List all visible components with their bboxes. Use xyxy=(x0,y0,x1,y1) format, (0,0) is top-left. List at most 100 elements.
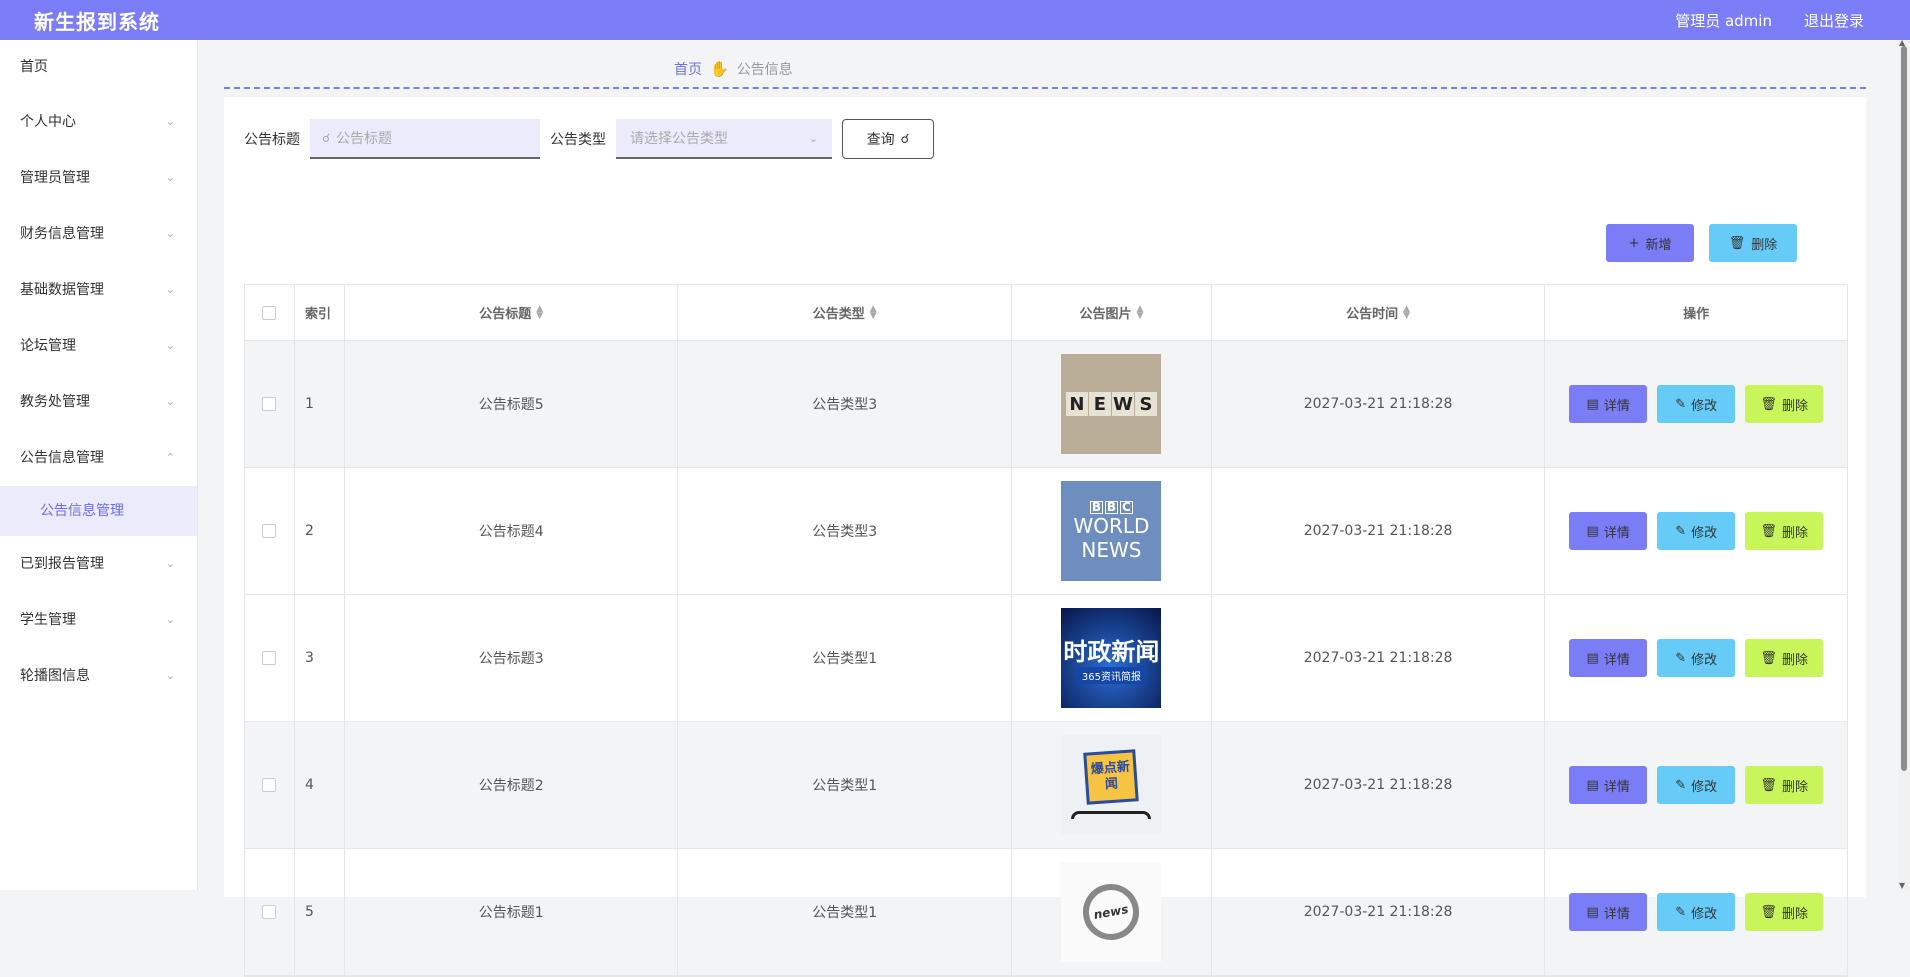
edit-label: 修改 xyxy=(1691,398,1718,414)
detail-button[interactable]: ▤ 详情 xyxy=(1569,512,1648,550)
table-row: 2 公告标题4 公告类型3 BBC WORLD NEWS 2027-03-21 … xyxy=(245,468,1847,595)
sidebar-item-label: 轮播图信息 xyxy=(20,668,90,684)
edit-icon: ✎ xyxy=(1675,904,1687,920)
delete-button[interactable]: 🗑 删除 xyxy=(1745,385,1824,423)
sidebar-item-basedata[interactable]: 基础数据管理 ⌄ xyxy=(0,262,197,318)
sidebar-item-carousel[interactable]: 轮播图信息 ⌄ xyxy=(0,648,197,704)
sidebar-item-label: 教务处管理 xyxy=(20,394,90,410)
sort-icon[interactable]: ▲ ▼ xyxy=(1136,304,1143,320)
sidebar-item-reported[interactable]: 已到报告管理 ⌄ xyxy=(0,536,197,592)
row-type: 公告类型3 xyxy=(812,397,878,413)
sidebar-item-finance[interactable]: 财务信息管理 ⌄ xyxy=(0,206,197,262)
top-bar: 新生报到系统 管理员 admin 退出登录 xyxy=(0,0,1910,40)
submenu-item-notices[interactable]: 公告信息管理 xyxy=(0,486,197,536)
chevron-down-icon: ⌄ xyxy=(165,227,175,240)
detail-label: 详情 xyxy=(1603,779,1630,795)
detail-button[interactable]: ▤ 详情 xyxy=(1569,639,1648,677)
detail-label: 详情 xyxy=(1603,906,1630,922)
table-header: 索引 公告标题 ▲ ▼ 公告类型 ▲ ▼ 公告图片 ▲ ▼ 公告时间 ▲ ▼ 操作 xyxy=(245,285,1847,341)
delete-button[interactable]: 🗑 删除 xyxy=(1745,766,1824,804)
row-checkbox[interactable] xyxy=(262,397,277,411)
batch-delete-button[interactable]: 🗑 删除 xyxy=(1709,224,1797,262)
column-header-title[interactable]: 公告标题 ▲ ▼ xyxy=(345,285,679,340)
magnifier-image-text: news xyxy=(1078,879,1144,945)
breadcrumb: 首页 ✋ 公告信息 xyxy=(674,59,793,79)
row-time: 2027-03-21 21:18:28 xyxy=(1303,777,1453,793)
row-time: 2027-03-21 21:18:28 xyxy=(1303,396,1453,412)
row-checkbox[interactable] xyxy=(262,905,277,919)
image-text: 时政新闻 xyxy=(1063,638,1160,666)
edit-button[interactable]: ✎ 修改 xyxy=(1657,893,1736,931)
sidebar-item-personal[interactable]: 个人中心 ⌄ xyxy=(0,94,197,150)
sidebar-item-label: 论坛管理 xyxy=(20,338,76,354)
type-select[interactable]: 请选择公告类型 ⌄ xyxy=(616,119,832,159)
column-header-image[interactable]: 公告图片 ▲ ▼ xyxy=(1012,285,1212,340)
vertical-scrollbar[interactable]: ▲ ▼ xyxy=(1898,38,1910,890)
add-button[interactable]: + 新增 xyxy=(1606,224,1694,262)
column-header-actions: 操作 xyxy=(1683,307,1710,322)
detail-label: 详情 xyxy=(1603,525,1630,541)
breadcrumb-home[interactable]: 首页 xyxy=(674,59,702,79)
row-index: 2 xyxy=(304,523,314,539)
sort-icon[interactable]: ▲ ▼ xyxy=(536,304,543,320)
edit-icon: ✎ xyxy=(1675,396,1687,412)
notice-table: 索引 公告标题 ▲ ▼ 公告类型 ▲ ▼ 公告图片 ▲ ▼ 公告时间 ▲ ▼ 操作 1 公告标题… xyxy=(244,284,1848,977)
notice-image[interactable]: 时政新闻 365资讯简报 xyxy=(1061,608,1162,708)
sort-icon[interactable]: ▲ ▼ xyxy=(870,304,877,320)
detail-button[interactable]: ▤ 详情 xyxy=(1569,766,1648,804)
delete-button[interactable]: 🗑 删除 xyxy=(1745,512,1824,550)
sidebar-item-academic[interactable]: 教务处管理 ⌄ xyxy=(0,374,197,430)
sidebar-item-students[interactable]: 学生管理 ⌄ xyxy=(0,592,197,648)
table-row: 5 公告标题1 公告类型1 news 2027-03-21 21:18:28 ▤… xyxy=(245,849,1847,976)
logout-link[interactable]: 退出登录 xyxy=(1804,10,1864,31)
image-text: 爆点新闻 xyxy=(1083,749,1140,805)
trash-icon: 🗑 xyxy=(1760,650,1777,666)
scroll-down-icon[interactable]: ▼ xyxy=(1899,881,1905,890)
edit-button[interactable]: ✎ 修改 xyxy=(1657,512,1736,550)
sidebar-item-home[interactable]: 首页 xyxy=(0,40,197,94)
edit-button[interactable]: ✎ 修改 xyxy=(1657,639,1736,677)
detail-button[interactable]: ▤ 详情 xyxy=(1569,893,1648,931)
chevron-down-icon: ⌄ xyxy=(165,395,175,408)
app-title: 新生报到系统 xyxy=(34,9,160,34)
edit-icon: ✎ xyxy=(1675,777,1687,793)
sidebar-item-label: 学生管理 xyxy=(20,612,76,628)
trash-icon: 🗑 xyxy=(1760,904,1777,920)
column-header-type[interactable]: 公告类型 ▲ ▼ xyxy=(678,285,1013,340)
edit-button[interactable]: ✎ 修改 xyxy=(1657,766,1736,804)
sidebar-item-admins[interactable]: 管理员管理 ⌄ xyxy=(0,150,197,206)
delete-button[interactable]: 🗑 删除 xyxy=(1745,893,1824,931)
sort-icon[interactable]: ▲ ▼ xyxy=(1403,304,1410,320)
plus-icon: + xyxy=(1628,235,1640,251)
scrollbar-thumb[interactable] xyxy=(1901,46,1907,771)
query-button[interactable]: 查询 ☌ xyxy=(842,119,934,159)
row-index: 5 xyxy=(304,904,314,920)
title-filter-label: 公告标题 xyxy=(244,132,300,148)
sidebar-item-label: 首页 xyxy=(20,59,48,75)
notice-image[interactable]: BBC WORLD NEWS xyxy=(1061,481,1162,581)
row-checkbox[interactable] xyxy=(262,778,277,792)
type-filter-label: 公告类型 xyxy=(550,132,606,148)
column-header-label: 公告类型 xyxy=(812,307,865,322)
row-time: 2027-03-21 21:18:28 xyxy=(1303,904,1453,920)
sidebar-item-notices[interactable]: 公告信息管理 ⌃ xyxy=(0,430,197,486)
detail-button[interactable]: ▤ 详情 xyxy=(1569,385,1648,423)
sidebar-item-label: 已到报告管理 xyxy=(20,556,104,572)
edit-button[interactable]: ✎ 修改 xyxy=(1657,385,1736,423)
delete-button[interactable]: 🗑 删除 xyxy=(1745,639,1824,677)
delete-label: 删除 xyxy=(1781,398,1808,414)
notice-image[interactable]: 爆点新闻 xyxy=(1061,735,1162,835)
select-all-checkbox[interactable] xyxy=(262,305,277,320)
sidebar-item-forum[interactable]: 论坛管理 ⌄ xyxy=(0,318,197,374)
title-search-input[interactable]: ☌ 公告标题 xyxy=(310,119,540,159)
row-index: 4 xyxy=(304,777,314,793)
column-header-time[interactable]: 公告时间 ▲ ▼ xyxy=(1212,285,1546,340)
notice-image[interactable]: news xyxy=(1061,862,1162,962)
row-checkbox[interactable] xyxy=(262,651,277,665)
row-title: 公告标题5 xyxy=(478,397,544,413)
hand-icon: ✋ xyxy=(710,60,729,78)
document-icon: ▤ xyxy=(1586,523,1599,539)
table-row: 3 公告标题3 公告类型1 时政新闻 365资讯简报 2027-03-21 21… xyxy=(245,595,1847,722)
notice-image[interactable]: NEWS xyxy=(1061,354,1162,454)
row-checkbox[interactable] xyxy=(262,524,277,538)
